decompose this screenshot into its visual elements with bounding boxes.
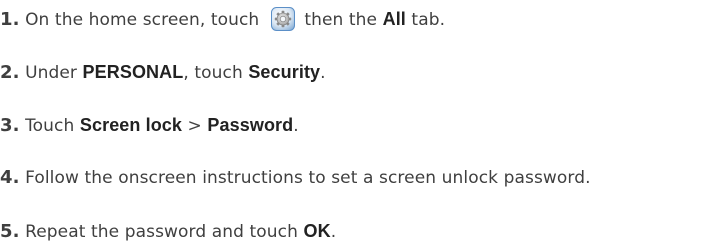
step-number: 3. bbox=[0, 115, 20, 136]
step-2: 2. Under PERSONAL, touch Security. bbox=[0, 57, 326, 87]
step-text: . bbox=[330, 222, 337, 242]
step-text: . bbox=[293, 116, 299, 136]
step-1: 1. On the home screen, touch then the Al… bbox=[0, 4, 445, 34]
step-text: . bbox=[320, 63, 326, 83]
step-number: 1. bbox=[0, 9, 20, 30]
step-text: , touch bbox=[183, 63, 249, 83]
security-label: Security bbox=[248, 62, 321, 82]
all-tab-label: All bbox=[382, 9, 406, 29]
ok-label: OK bbox=[303, 221, 331, 241]
step-text: Follow the onscreen instructions to set … bbox=[19, 168, 591, 188]
step-number: 2. bbox=[0, 62, 20, 83]
settings-icon bbox=[270, 7, 295, 31]
step-text: On the home screen, touch bbox=[19, 10, 265, 30]
step-3: 3. Touch Screen lock > Password. bbox=[0, 110, 299, 140]
step-5: 5. Repeat the password and touch OK. bbox=[0, 216, 336, 246]
screen-lock-label: Screen lock bbox=[79, 115, 183, 135]
path-separator: > bbox=[182, 116, 208, 136]
step-text: Repeat the password and touch bbox=[19, 222, 304, 242]
step-text: then the bbox=[298, 10, 383, 30]
password-label: Password bbox=[207, 115, 294, 135]
step-text: tab. bbox=[405, 10, 446, 30]
step-number: 5. bbox=[0, 221, 20, 242]
step-text: Touch bbox=[19, 116, 80, 136]
instruction-steps: 1. On the home screen, touch then the Al… bbox=[0, 0, 728, 251]
step-4: 4. Follow the onscreen instructions to s… bbox=[0, 163, 591, 193]
personal-section-label: PERSONAL bbox=[82, 62, 184, 82]
step-text: Under bbox=[19, 63, 83, 83]
step-number: 4. bbox=[0, 167, 20, 188]
